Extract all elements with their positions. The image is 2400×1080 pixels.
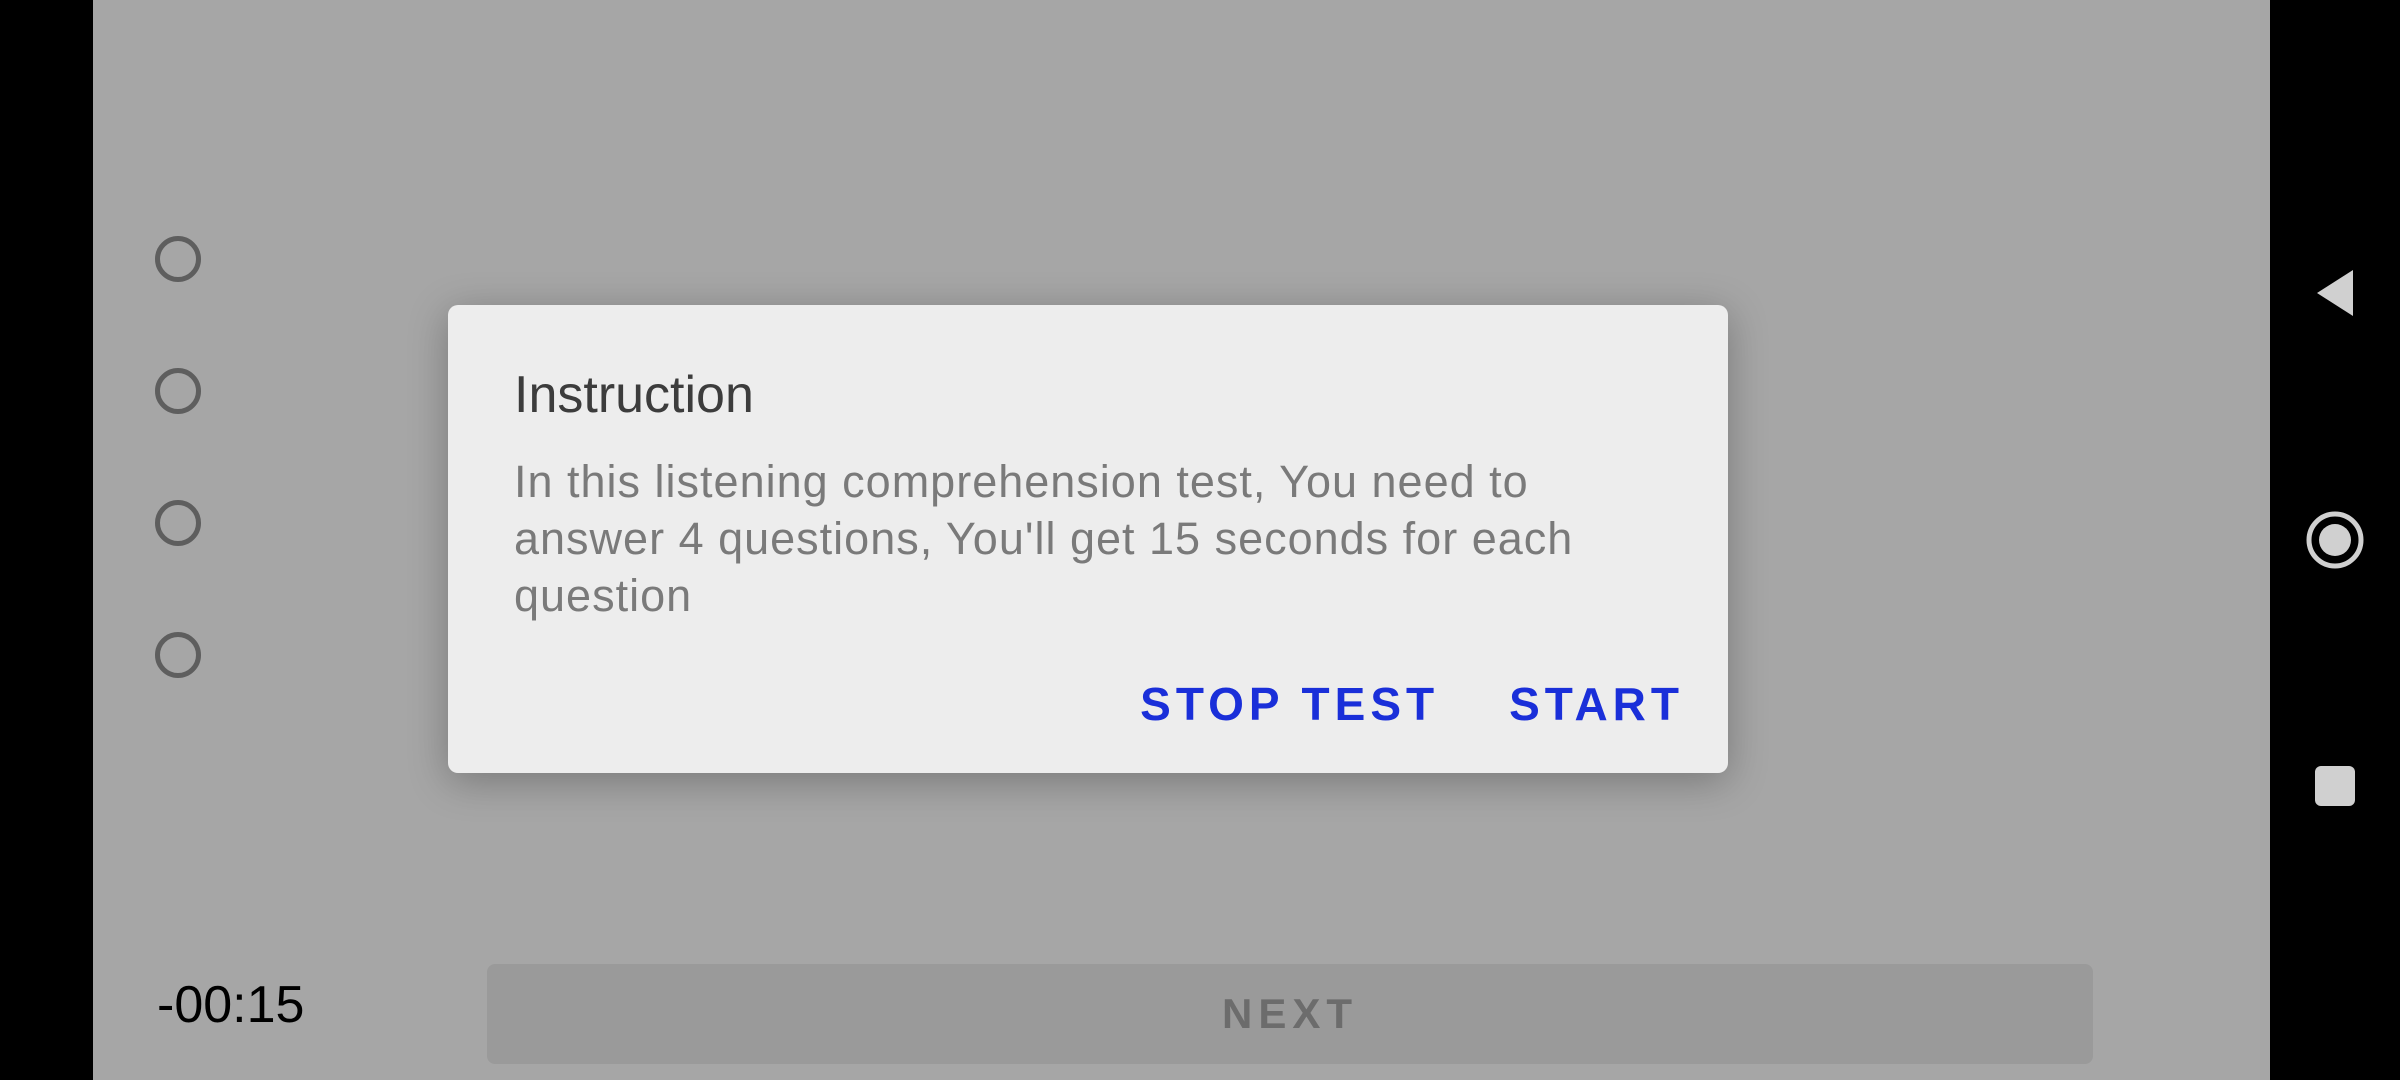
left-bezel (0, 0, 93, 1080)
home-button[interactable] (2270, 480, 2400, 600)
answer-option-1-radio[interactable] (155, 236, 201, 282)
countdown-timer: -00:15 (157, 976, 305, 1034)
dialog-title: Instruction (514, 366, 754, 424)
system-navigation-bar (2270, 0, 2400, 1080)
next-button[interactable]: NEXT (487, 964, 2093, 1064)
stop-test-button[interactable]: STOP TEST (1140, 677, 1439, 731)
dialog-message: In this listening comprehension test, Yo… (514, 456, 1574, 621)
answer-option-2-radio[interactable] (155, 368, 201, 414)
instruction-dialog: Instruction In this listening comprehens… (448, 305, 1728, 773)
recents-button[interactable] (2270, 726, 2400, 846)
back-triangle-icon (2317, 270, 2353, 316)
recents-square-icon (2315, 766, 2355, 806)
home-circle-icon (2306, 511, 2364, 569)
start-button[interactable]: START (1509, 677, 1684, 731)
answer-option-3-radio[interactable] (155, 500, 201, 546)
back-button[interactable] (2270, 233, 2400, 353)
dialog-actions: STOP TEST START (1140, 677, 1684, 731)
device-screen: -00:15 NEXT Instruction In this listenin… (0, 0, 2400, 1080)
answer-option-4-radio[interactable] (155, 632, 201, 678)
